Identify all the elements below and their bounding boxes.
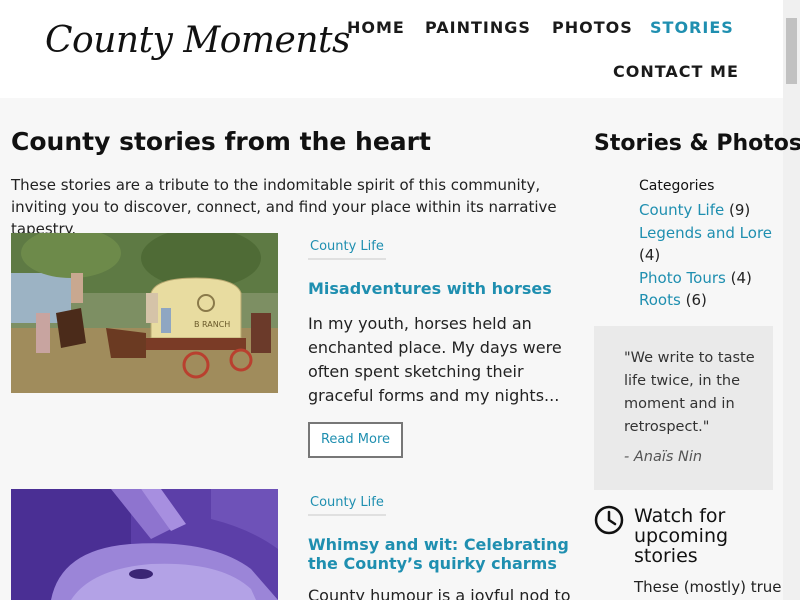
svg-text:B RANCH: B RANCH xyxy=(194,320,230,329)
quote-author: - Anaïs Nin xyxy=(624,449,703,465)
category-count: (4) xyxy=(639,246,661,264)
category-count: (4) xyxy=(730,268,752,287)
page-title: County stories from the heart xyxy=(11,127,431,156)
scrollbar-thumb[interactable] xyxy=(786,18,797,84)
post-excerpt-2: County humour is a joyful nod to xyxy=(308,586,571,600)
category-count: (6) xyxy=(685,291,707,309)
post-category-tag[interactable]: County Life xyxy=(308,237,386,260)
quote-box: "We write to taste life twice, in the mo… xyxy=(594,326,773,490)
horses-wagon-photo: B RANCH xyxy=(11,233,278,393)
watch-title: Watch for upcoming stories xyxy=(634,505,729,567)
page-scrollbar[interactable] xyxy=(783,0,800,600)
nav-home[interactable]: HOME xyxy=(347,18,405,37)
category-link-legends-and-lore[interactable]: Legends and Lore xyxy=(639,224,772,242)
post-category-tag-2[interactable]: County Life xyxy=(308,493,386,516)
post-title-2[interactable]: Whimsy and wit: Celebrating the County’s… xyxy=(308,535,578,573)
category-link-roots[interactable]: Roots xyxy=(639,291,681,309)
donkey-photo xyxy=(11,489,278,600)
category-item: County Life (9) xyxy=(639,199,784,222)
nav-stories[interactable]: STORIES xyxy=(650,18,734,37)
nav-contact-me[interactable]: CONTACT ME xyxy=(613,62,739,81)
quote-text: "We write to taste life twice, in the mo… xyxy=(624,350,755,435)
nav-paintings[interactable]: PAINTINGS xyxy=(425,18,531,37)
category-link-county-life[interactable]: County Life xyxy=(639,201,724,219)
post-excerpt: In my youth, horses held an enchanted pl… xyxy=(308,314,562,405)
watch-text: These (mostly) true xyxy=(634,578,782,596)
clock-icon xyxy=(594,505,624,535)
page-intro: These stories are a tribute to the indom… xyxy=(11,176,557,238)
category-item: Photo Tours (4) xyxy=(639,267,784,290)
nav-photos[interactable]: PHOTOS xyxy=(552,18,633,37)
category-item: Roots (6) xyxy=(639,289,784,312)
post-image-donkey[interactable] xyxy=(11,489,278,600)
read-more-button[interactable]: Read More xyxy=(308,422,403,458)
sidebar-title: Stories & Photos xyxy=(594,131,800,156)
post-title[interactable]: Misadventures with horses xyxy=(308,279,578,298)
category-item: Legends and Lore (4) xyxy=(639,222,784,267)
main-nav: HOME PAINTINGS PHOTOS STORIES CONTACT ME xyxy=(0,0,783,98)
category-link-photo-tours[interactable]: Photo Tours xyxy=(639,269,726,287)
site-header: County Moments HOME PAINTINGS PHOTOS STO… xyxy=(0,0,783,98)
categories-heading: Categories xyxy=(639,178,715,194)
categories-list: County Life (9) Legends and Lore (4) Pho… xyxy=(639,199,784,312)
category-count: (9) xyxy=(729,201,751,219)
post-image-horses[interactable]: B RANCH xyxy=(11,233,278,393)
